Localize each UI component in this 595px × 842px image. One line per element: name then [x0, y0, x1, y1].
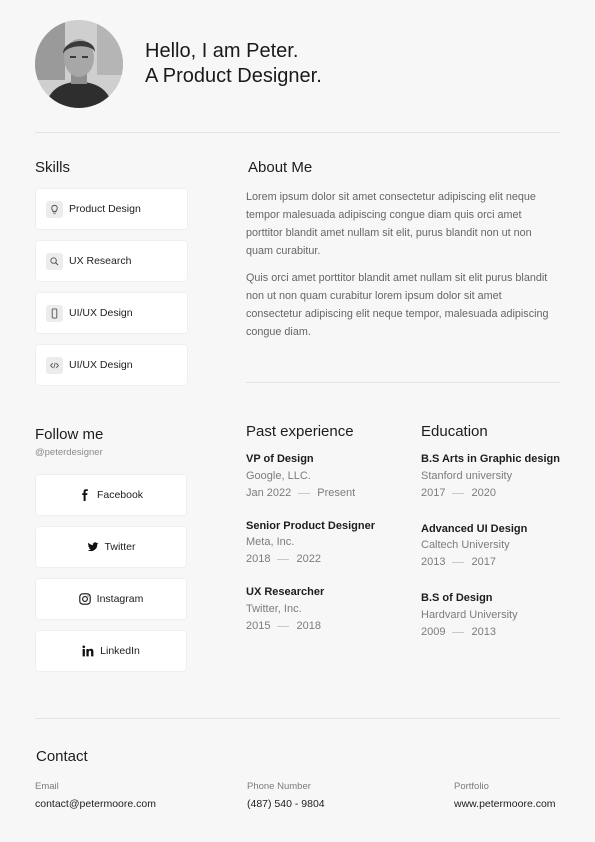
experience-dates: 2018 2022 — [246, 553, 321, 565]
experience-company: Twitter, Inc. — [246, 603, 302, 615]
education-dates: 2009 2013 — [421, 626, 496, 638]
linkedin-button[interactable]: LinkedIn — [36, 631, 186, 671]
date-separator — [452, 561, 465, 563]
date-separator — [298, 492, 311, 494]
experience-company: Meta, Inc. — [246, 536, 295, 548]
date-separator — [452, 492, 465, 494]
date-end: 2017 — [471, 556, 496, 568]
date-end: 2022 — [296, 553, 321, 565]
twitter-icon — [87, 542, 99, 552]
date-end: 2018 — [296, 620, 321, 632]
linkedin-icon — [82, 645, 94, 657]
contact-title: Contact — [36, 748, 88, 765]
instagram-label: Instagram — [96, 593, 144, 605]
experience-company: Google, LLC. — [246, 470, 311, 482]
greeting-heading: Hello, I am Peter. A Product Designer. — [145, 39, 322, 89]
contact-divider — [35, 718, 560, 719]
education-degree: B.S of Design — [421, 592, 493, 604]
phone-label: Phone Number — [247, 781, 311, 792]
mobile-icon — [46, 304, 63, 322]
greeting-line-1: Hello, I am Peter. — [145, 40, 299, 62]
facebook-icon — [82, 489, 88, 501]
date-start: 2009 — [421, 626, 446, 638]
about-divider — [246, 382, 560, 383]
experience-role: Senior Product Designer — [246, 520, 375, 532]
experience-dates: 2015 2018 — [246, 620, 321, 632]
experience-role: VP of Design — [246, 453, 314, 465]
date-start: Jan 2022 — [246, 487, 292, 499]
skill-card-ui-ux-design-2: UI/UX Design — [36, 345, 187, 385]
date-start: 2018 — [246, 553, 271, 565]
education-school: Caltech University — [421, 539, 510, 551]
skill-label: UX Research — [69, 255, 132, 267]
date-separator — [277, 558, 290, 560]
facebook-label: Facebook — [96, 489, 144, 501]
education-title: Education — [421, 423, 488, 440]
skill-card-ui-ux-design: UI/UX Design — [36, 293, 187, 333]
experience-title: Past experience — [246, 423, 354, 440]
skills-title: Skills — [35, 159, 71, 176]
skill-card-product-design: Product Design — [36, 189, 187, 229]
education-school: Stanford university — [421, 470, 513, 482]
date-start: 2013 — [421, 556, 446, 568]
twitter-label: Twitter — [104, 541, 136, 553]
education-degree: Advanced UI Design — [421, 523, 528, 535]
skill-label: UI/UX Design — [69, 307, 133, 319]
instagram-icon — [78, 593, 91, 605]
header-divider — [35, 132, 560, 133]
about-paragraph-1: Lorem ipsum dolor sit amet consectetur a… — [246, 191, 536, 257]
portfolio-label: Portfolio — [454, 781, 489, 792]
education-school: Hardvard University — [421, 609, 518, 621]
date-start: 2017 — [421, 487, 446, 499]
experience-dates: Jan 2022 Present — [246, 487, 355, 499]
avatar — [35, 20, 123, 108]
email-label: Email — [35, 781, 59, 792]
date-end: 2013 — [471, 626, 496, 638]
greeting-line-2: A Product Designer. — [145, 65, 322, 87]
date-start: 2015 — [246, 620, 271, 632]
twitter-button[interactable]: Twitter — [36, 527, 186, 567]
search-icon — [46, 252, 63, 270]
skill-label: UI/UX Design — [69, 359, 133, 371]
date-end: Present — [317, 487, 356, 499]
portfolio-link[interactable]: www.petermoore.com — [454, 798, 556, 810]
about-paragraph-2: Quis orci amet porttitor blandit amet nu… — [246, 272, 549, 338]
email-link[interactable]: contact@petermoore.com — [35, 798, 156, 810]
code-icon — [46, 356, 63, 374]
skill-label: Product Design — [69, 203, 141, 215]
about-title: About Me — [248, 159, 313, 176]
education-dates: 2013 2017 — [421, 556, 496, 568]
education-degree: B.S Arts in Graphic design — [421, 453, 560, 465]
skill-card-ux-research: UX Research — [36, 241, 187, 281]
facebook-button[interactable]: Facebook — [36, 475, 186, 515]
social-handle: @peterdesigner — [35, 447, 103, 458]
linkedin-label: LinkedIn — [100, 645, 140, 657]
date-separator — [277, 625, 290, 627]
education-dates: 2017 2020 — [421, 487, 496, 499]
date-separator — [452, 631, 465, 633]
lightbulb-icon — [46, 200, 63, 218]
profile-photo — [35, 20, 123, 108]
date-end: 2020 — [471, 487, 496, 499]
experience-role: UX Researcher — [246, 586, 325, 598]
instagram-button[interactable]: Instagram — [36, 579, 186, 619]
follow-title: Follow me — [35, 426, 104, 443]
phone-link[interactable]: (487) 540 - 9804 — [247, 798, 325, 810]
